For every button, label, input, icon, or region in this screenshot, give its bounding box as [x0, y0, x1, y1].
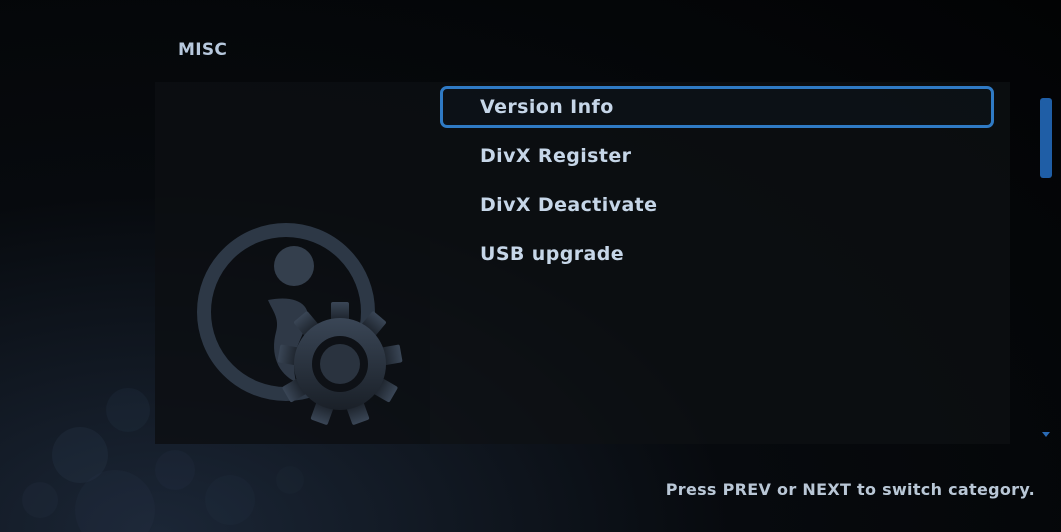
category-title: MISC [178, 40, 228, 60]
menu-item-usb-upgrade[interactable]: USB upgrade [440, 233, 994, 275]
menu-item-divx-register[interactable]: DivX Register [440, 135, 994, 177]
menu-item-label: DivX Register [480, 145, 632, 167]
menu-item-divx-deactivate[interactable]: DivX Deactivate [440, 184, 994, 226]
menu-item-label: USB upgrade [480, 243, 625, 265]
media-player-settings-screen: MISC Version Info DivX Register DivX Dea… [0, 0, 1061, 532]
misc-info-gear-icon [197, 223, 403, 425]
menu-item-label: DivX Deactivate [480, 194, 658, 216]
scrollbar[interactable] [1040, 98, 1052, 428]
menu-item-label: Version Info [480, 96, 614, 118]
scrollbar-thumb[interactable] [1040, 98, 1052, 178]
footer-hint: Press PREV or NEXT to switch category. [665, 480, 1035, 499]
scroll-down-arrow-icon[interactable] [1042, 432, 1050, 437]
menu-item-version-info[interactable]: Version Info [440, 86, 994, 128]
